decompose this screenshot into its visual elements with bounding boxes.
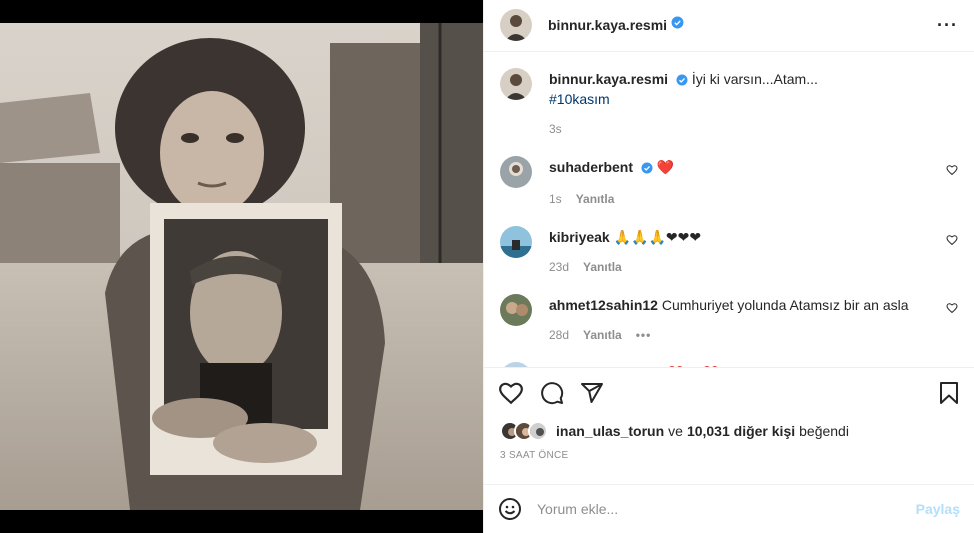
comment-text: Cumhuriyet yolunda Atamsız bir an asla [661, 296, 909, 313]
likes-suffix: beğendi [799, 423, 849, 440]
comment-time[interactable]: 28d [549, 326, 569, 344]
post-actions [484, 367, 974, 418]
comment-item: kibriyeak 🙏🙏🙏❤❤❤ 23d Yanıtla [500, 225, 958, 276]
caption-text: İyi ki varsın...Atam... [691, 70, 818, 87]
comment-username[interactable]: kibriyeak [549, 229, 610, 245]
comment-more-options-icon[interactable]: ••• [636, 326, 652, 344]
post-dialog: binnur.kaya.resmi ··· binnur.kaya.resmi [0, 0, 974, 533]
comments-list[interactable]: binnur.kaya.resmi İyi ki varsın...Atam..… [484, 52, 974, 368]
comment-time[interactable]: 23d [549, 258, 569, 276]
caption: binnur.kaya.resmi İyi ki varsın...Atam..… [500, 67, 958, 138]
caption-hashtag[interactable]: #10kasım [549, 90, 938, 108]
heart-icon[interactable] [498, 380, 524, 406]
likes-connector: ve [668, 423, 683, 440]
liker-avatars[interactable] [500, 421, 548, 442]
post-media[interactable] [0, 0, 483, 533]
bookmark-icon[interactable] [938, 381, 960, 405]
comment-body: savaskurtsabriye ❤️🇹🇷❤️ [549, 364, 958, 367]
comment-time[interactable]: 1s [549, 190, 562, 208]
reply-button[interactable]: Yanıtla [576, 190, 615, 208]
comment-body: ahmet12sahin12 Cumhuriyet yolunda Atamsı… [549, 296, 958, 344]
post-header: binnur.kaya.resmi ··· [484, 0, 974, 52]
caption-body: binnur.kaya.resmi İyi ki varsın...Atam..… [549, 70, 958, 138]
liker-username[interactable]: inan_ulas_torun [556, 423, 664, 439]
more-options-icon[interactable]: ··· [937, 15, 958, 36]
comment-like-heart-icon[interactable] [946, 234, 958, 246]
liker-avatar [528, 421, 548, 442]
comment-username[interactable]: suhaderbent [549, 159, 633, 175]
reply-button[interactable]: Yanıtla [583, 258, 622, 276]
comment-input[interactable]: Yorum ekle... [537, 501, 916, 517]
verified-badge-icon [641, 160, 653, 178]
author-avatar[interactable] [500, 9, 532, 42]
comment-text: 🙏🙏🙏❤❤❤ [613, 228, 702, 245]
commenter-avatar[interactable] [500, 155, 532, 188]
post-comment-button[interactable]: Paylaş [916, 501, 960, 517]
reply-button[interactable]: Yanıtla [583, 326, 622, 344]
caption-username[interactable]: binnur.kaya.resmi [549, 71, 668, 87]
emoji-icon[interactable] [498, 497, 522, 521]
comment-meta: 1s Yanıtla [549, 190, 938, 208]
comment-item: savaskurtsabriye ❤️🇹🇷❤️ [500, 361, 958, 368]
comment-meta: 28d Yanıtla ••• [549, 326, 938, 344]
comment-body: kibriyeak 🙏🙏🙏❤❤❤ 23d Yanıtla [549, 228, 958, 276]
share-icon[interactable] [580, 381, 604, 405]
commenter-avatar[interactable] [500, 293, 532, 326]
likes-count[interactable]: 10,031 diğer kişi [687, 423, 795, 439]
comment-icon[interactable] [540, 381, 564, 405]
commenter-avatar[interactable] [500, 361, 532, 368]
caption-time[interactable]: 3s [549, 120, 562, 138]
author-username[interactable]: binnur.kaya.resmi [548, 17, 667, 33]
verified-badge-icon [676, 72, 688, 90]
commenter-avatar[interactable] [500, 225, 532, 258]
post-photo [0, 23, 483, 510]
post-timestamp[interactable]: 3 SAAT ÖNCE [484, 450, 974, 466]
comment-text: ❤️ [656, 158, 675, 175]
comment-body: suhaderbent ❤️ 1s Yanıtla [549, 158, 958, 208]
comment-username[interactable]: ahmet12sahin12 [549, 297, 658, 313]
comment-item: ahmet12sahin12 Cumhuriyet yolunda Atamsı… [500, 293, 958, 344]
comment-item: suhaderbent ❤️ 1s Yanıtla [500, 155, 958, 208]
likes-summary: inan_ulas_torun ve 10,031 diğer kişi beğ… [484, 418, 974, 444]
comment-text: ❤️🇹🇷❤️ [667, 365, 719, 367]
add-comment-bar: Yorum ekle... Paylaş [484, 484, 974, 533]
caption-avatar[interactable] [500, 67, 532, 100]
verified-badge-icon [671, 16, 684, 34]
post-panel: binnur.kaya.resmi ··· binnur.kaya.resmi [483, 0, 974, 533]
comment-meta: 23d Yanıtla [549, 258, 938, 276]
caption-meta: 3s [549, 120, 938, 138]
comment-username[interactable]: savaskurtsabriye [549, 365, 663, 367]
comment-like-heart-icon[interactable] [946, 164, 958, 176]
comment-like-heart-icon[interactable] [946, 302, 958, 314]
